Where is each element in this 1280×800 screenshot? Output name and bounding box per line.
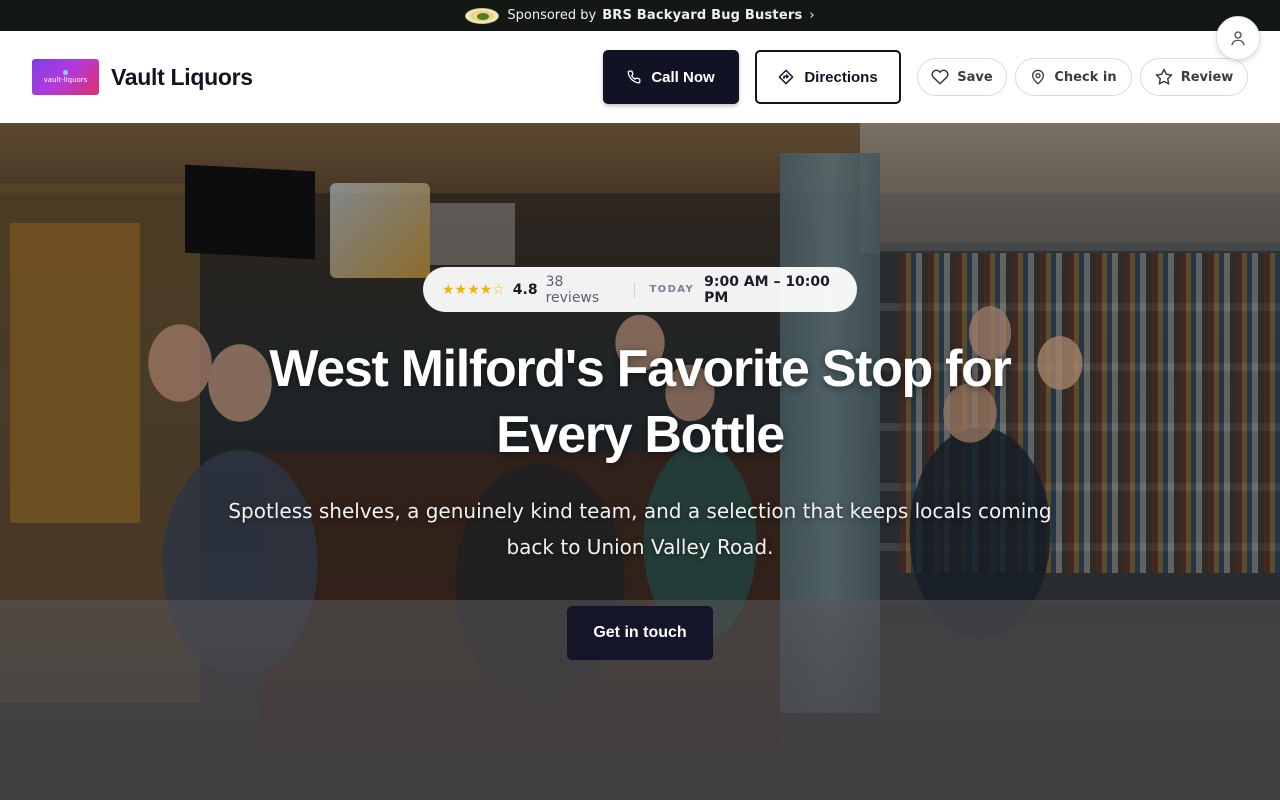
save-label: Save [957, 69, 993, 85]
call-now-button[interactable]: Call Now [603, 50, 739, 104]
map-pin-icon [1030, 68, 1046, 86]
get-in-touch-button[interactable]: Get in touch [567, 606, 713, 660]
sponsor-prefix: Sponsored by [507, 8, 597, 23]
site-header: vault-liquors Vault Liquors Call Now Dir… [0, 31, 1280, 123]
directions-label: Directions [804, 68, 878, 86]
sponsor-name[interactable]: BRS Backyard Bug Busters [602, 8, 802, 23]
half-star-icon: ☆ [492, 281, 505, 298]
review-count-link[interactable]: 38 reviews [546, 274, 621, 306]
business-name: Vault Liquors [111, 64, 253, 90]
call-now-label: Call Now [651, 68, 715, 86]
sponsor-bar[interactable]: Sponsored by BRS Backyard Bug Busters › [0, 0, 1280, 31]
star-icon [1155, 68, 1173, 86]
chevron-right-icon: › [809, 8, 815, 23]
check-in-label: Check in [1054, 69, 1117, 85]
phone-icon [627, 70, 641, 84]
heart-icon [931, 68, 949, 86]
brand-logo[interactable]: vault-liquors [32, 59, 99, 95]
hero-section: ★★★★☆ 4.8 38 reviews TODAY 9:00 AM – 10:… [0, 123, 1280, 800]
user-icon [1229, 29, 1247, 47]
divider [634, 281, 636, 298]
sponsor-logo-icon [465, 7, 500, 24]
review-button[interactable]: Review [1140, 58, 1248, 96]
review-label: Review [1180, 69, 1234, 85]
directions-icon [778, 69, 794, 85]
account-button[interactable] [1216, 16, 1260, 60]
today-label: TODAY [649, 284, 695, 295]
hero-title: West Milford's Favorite Stop for Every B… [269, 340, 1012, 464]
logo-text: vault-liquors [43, 76, 88, 84]
save-button[interactable]: Save [917, 58, 1007, 96]
rating-hours-pill[interactable]: ★★★★☆ 4.8 38 reviews TODAY 9:00 AM – 10:… [423, 267, 857, 312]
check-in-button[interactable]: Check in [1015, 58, 1132, 96]
hours-today: 9:00 AM – 10:00 PM [704, 273, 830, 306]
rating-stars: ★★★★☆ [442, 281, 505, 298]
rating-value: 4.8 [512, 281, 538, 298]
logo-mark-icon [63, 70, 68, 75]
directions-button[interactable]: Directions [755, 50, 901, 104]
hero-subtitle: Spotless shelves, a genuinely kind team,… [228, 499, 1052, 559]
